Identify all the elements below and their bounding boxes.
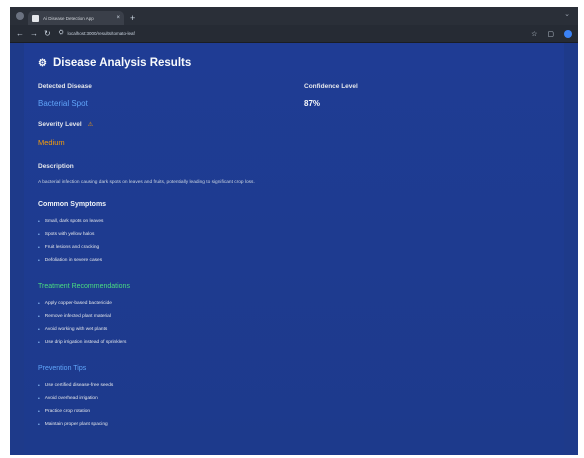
- results-header: ⚙ Disease Analysis Results: [38, 57, 546, 69]
- prevention-list: • Use certified disease-free seeds • Avoid…: [38, 379, 546, 431]
- bullet-icon: •: [38, 408, 40, 415]
- forward-icon[interactable]: →: [30, 29, 38, 38]
- bullet-icon: •: [38, 326, 40, 333]
- site-info-icon[interactable]: ⛭: [59, 30, 64, 37]
- page-title: Disease Analysis Results: [52, 57, 192, 69]
- results-card: ⚙ Disease Analysis Results Detected Dise…: [24, 43, 564, 455]
- confidence-level-label: Confidence Level: [304, 83, 358, 90]
- confidence-level-value: 87%: [304, 99, 321, 108]
- description-text: A bacterial infection causing dark spots…: [38, 180, 255, 185]
- bullet-icon: •: [38, 257, 40, 264]
- back-icon[interactable]: ←: [16, 29, 24, 38]
- browser-window: Ai Disease Detection App × + ⌄ ← → ↻ ⛭ l…: [10, 7, 578, 455]
- prevention-title: Prevention Tips: [38, 365, 87, 372]
- bullet-icon: •: [38, 218, 40, 225]
- list-item: • Defoliation in severe cases: [38, 257, 103, 264]
- bullet-icon: •: [38, 382, 40, 389]
- description-label: Description: [38, 163, 74, 170]
- treatment-list: • Apply copper-based bactericide • Remove …: [38, 297, 546, 349]
- bullet-icon: •: [38, 421, 40, 428]
- reload-icon[interactable]: ↻: [44, 29, 51, 38]
- settings-icon: ⚙: [38, 57, 47, 69]
- list-item: • Maintain proper plant spacing: [38, 421, 108, 428]
- favicon-icon: [32, 14, 39, 22]
- severity-level-label: Severity Level: [38, 121, 82, 128]
- list-item: • Remove infected plant material: [38, 313, 111, 320]
- list-item: • Small, dark spots on leaves: [38, 218, 104, 225]
- bullet-icon: •: [38, 313, 40, 320]
- warning-icon: ⚠: [87, 122, 94, 128]
- list-item: • Fruit lesions and cracking: [38, 244, 100, 251]
- profile-avatar[interactable]: [564, 29, 572, 38]
- tab-search-icon[interactable]: ⌄: [564, 10, 570, 18]
- detected-disease-value: Bacterial Spot: [38, 99, 88, 108]
- tab-title: Ai Disease Detection App: [43, 15, 94, 21]
- symptoms-title: Common Symptoms: [38, 201, 107, 208]
- symptoms-list: • Small, dark spots on leaves • Spots with…: [38, 215, 546, 267]
- list-item: • Use certified disease-free seeds: [38, 382, 114, 389]
- list-item: • Use drip irrigation instead of sprinkle…: [38, 339, 127, 346]
- bullet-icon: •: [38, 395, 40, 402]
- tab-close-icon[interactable]: ×: [116, 15, 120, 21]
- list-item: • Spots with yellow halos: [38, 231, 95, 238]
- tab-strip: Ai Disease Detection App × + ⌄: [10, 7, 578, 25]
- detected-disease-label: Detected Disease: [38, 83, 92, 90]
- address-text[interactable]: localhost:3000/results/tomato-leaf: [68, 31, 135, 36]
- severity-level-value: Medium: [38, 138, 65, 147]
- browser-toolbar: ← → ↻ ⛭ localhost:3000/results/tomato-le…: [10, 25, 578, 43]
- list-item: • Avoid working with wet plants: [38, 326, 108, 333]
- bullet-icon: •: [38, 231, 40, 238]
- bullet-icon: •: [38, 339, 40, 346]
- page-content: ⚙ Disease Analysis Results Detected Dise…: [10, 43, 578, 455]
- list-item: • Apply copper-based bactericide: [38, 300, 112, 307]
- browser-tab[interactable]: Ai Disease Detection App ×: [28, 11, 124, 25]
- extensions-icon[interactable]: ▢: [547, 30, 554, 38]
- bullet-icon: •: [38, 300, 40, 307]
- new-tab-button[interactable]: +: [130, 13, 135, 23]
- address-bar[interactable]: ⛭ localhost:3000/results/tomato-leaf: [57, 28, 217, 39]
- treatment-title: Treatment Recommendations: [38, 283, 130, 290]
- bookmark-icon[interactable]: ☆: [531, 30, 537, 38]
- window-menu-icon[interactable]: [16, 12, 24, 20]
- bullet-icon: •: [38, 244, 40, 251]
- list-item: • Avoid overhead irrigation: [38, 395, 98, 402]
- list-item: • Practice crop rotation: [38, 408, 91, 415]
